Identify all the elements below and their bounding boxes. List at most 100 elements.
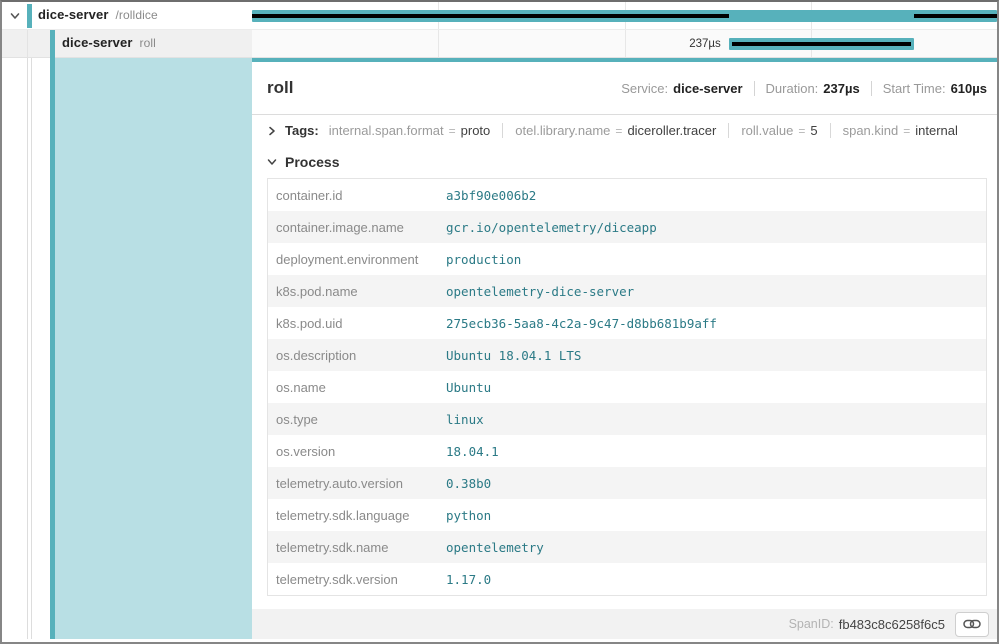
- tag-item: span.kind = internal: [843, 123, 958, 138]
- span-operation-name: roll: [139, 36, 155, 50]
- row-value: Ubuntu 18.04.1 LTS: [446, 348, 986, 363]
- span-timeline-rows: dice-server/rolldice dice-server roll: [2, 2, 997, 58]
- table-row: telemetry.auto.version0.38b0: [268, 467, 986, 499]
- table-row: container.ida3bf90e006b2: [268, 179, 986, 211]
- tag-item: internal.span.format = proto: [329, 123, 491, 138]
- table-row: os.descriptionUbuntu 18.04.1 LTS: [268, 339, 986, 371]
- span-detail-header: roll Service: dice-server Duration: 237µ…: [252, 62, 997, 115]
- critical-path-segment: [252, 14, 729, 18]
- row-value: production: [446, 252, 986, 267]
- row-value: Ubuntu: [446, 380, 986, 395]
- tag-value: internal: [915, 123, 958, 138]
- span-color-indicator: [50, 30, 55, 58]
- row-key: os.version: [268, 444, 446, 459]
- row-value: 1.17.0: [446, 572, 986, 587]
- row-value: opentelemetry: [446, 540, 986, 555]
- chevron-right-icon[interactable]: [265, 124, 279, 138]
- table-row: telemetry.sdk.version1.17.0: [268, 563, 986, 595]
- span-row-roll-selected[interactable]: dice-server roll 237µs: [2, 30, 997, 58]
- table-row: k8s.pod.nameopentelemetry-dice-server: [268, 275, 986, 307]
- service-label: dice-server: [62, 35, 132, 50]
- process-label: Process: [285, 154, 339, 170]
- tag-value: 5: [810, 123, 817, 138]
- timeline-cell-root[interactable]: [252, 2, 997, 29]
- row-key: os.name: [268, 380, 446, 395]
- table-row: os.typelinux: [268, 403, 986, 435]
- tag-value: diceroller.tracer: [627, 123, 716, 138]
- span-stats: Service: dice-server Duration: 237µs Sta…: [621, 81, 987, 96]
- row-value: 18.04.1: [446, 444, 986, 459]
- root-span-bar[interactable]: [252, 10, 997, 22]
- row-key: telemetry.sdk.name: [268, 540, 446, 555]
- duration-stat-value: 237µs: [823, 81, 859, 96]
- row-key: k8s.pod.uid: [268, 316, 446, 331]
- stat-divider: [871, 81, 872, 96]
- table-row: k8s.pod.uid275ecb36-5aa8-4c2a-9c47-d8bb6…: [268, 307, 986, 339]
- chevron-down-icon[interactable]: [265, 155, 279, 169]
- duration-stat-label: Duration:: [766, 81, 819, 96]
- tags-label: Tags:: [285, 123, 319, 138]
- tag-key: otel.library.name: [515, 123, 610, 138]
- table-row: os.nameUbuntu: [268, 371, 986, 403]
- span-row-rolldice[interactable]: dice-server/rolldice: [2, 2, 997, 30]
- tree-indent-guide: [31, 58, 32, 639]
- tag-item: otel.library.name = diceroller.tracer: [515, 123, 716, 138]
- row-key: deployment.environment: [268, 252, 446, 267]
- tags-section-toggle[interactable]: Tags: internal.span.format = proto otel.…: [252, 115, 997, 146]
- tag-item: roll.value = 5: [741, 123, 817, 138]
- equals-sign: =: [903, 124, 910, 138]
- span-title: roll: [267, 78, 293, 98]
- selected-span-tint-panel: [55, 58, 252, 639]
- process-key-value-table: container.ida3bf90e006b2 container.image…: [267, 178, 987, 596]
- span-service-name: dice-server roll: [62, 35, 156, 50]
- row-key: k8s.pod.name: [268, 284, 446, 299]
- stat-divider: [754, 81, 755, 96]
- child-span-bar[interactable]: [729, 38, 915, 50]
- span-operation-name: /rolldice: [115, 8, 157, 22]
- chevron-down-icon[interactable]: [8, 9, 22, 23]
- span-duration-label: 237µs: [689, 38, 721, 50]
- row-value: 275ecb36-5aa8-4c2a-9c47-d8bb681b9aff: [446, 316, 986, 331]
- equals-sign: =: [615, 124, 622, 138]
- process-section-toggle[interactable]: Process: [252, 146, 997, 178]
- span-color-indicator: [27, 4, 32, 28]
- tree-indent-guide: [27, 58, 28, 639]
- row-value: python: [446, 508, 986, 523]
- span-name-cell[interactable]: dice-server roll: [2, 30, 252, 57]
- span-detail-footer: SpanID: fb483c8c6258f6c5: [252, 609, 997, 639]
- timeline-cell-child[interactable]: 237µs: [252, 30, 997, 57]
- timeline-gridline: [438, 30, 439, 57]
- span-id-label: SpanID:: [789, 617, 834, 631]
- link-icon: [963, 618, 981, 630]
- span-service-name: dice-server/rolldice: [38, 7, 158, 22]
- start-time-stat-value: 610µs: [951, 81, 987, 96]
- service-stat-label: Service:: [621, 81, 668, 96]
- table-row: container.image.namegcr.io/opentelemetry…: [268, 211, 986, 243]
- tag-divider: [728, 123, 729, 138]
- copy-link-button[interactable]: [955, 612, 989, 637]
- tag-key: internal.span.format: [329, 123, 444, 138]
- tree-indent-guide: [27, 30, 28, 57]
- critical-path-segment: [732, 42, 912, 46]
- start-time-stat-label: Start Time:: [883, 81, 946, 96]
- span-detail-panel: roll Service: dice-server Duration: 237µ…: [252, 58, 997, 642]
- row-value: a3bf90e006b2: [446, 188, 986, 203]
- table-row: os.version18.04.1: [268, 435, 986, 467]
- row-key: container.image.name: [268, 220, 446, 235]
- span-detail-left-gutter: [2, 58, 252, 639]
- span-name-cell[interactable]: dice-server/rolldice: [2, 2, 252, 29]
- equals-sign: =: [798, 124, 805, 138]
- row-key: telemetry.auto.version: [268, 476, 446, 491]
- timeline-gridline: [625, 30, 626, 57]
- jaeger-trace-detail-window: dice-server/rolldice dice-server roll: [0, 0, 999, 644]
- tag-divider: [830, 123, 831, 138]
- service-stat-value: dice-server: [673, 81, 742, 96]
- row-key: os.description: [268, 348, 446, 363]
- row-value: linux: [446, 412, 986, 427]
- row-key: telemetry.sdk.version: [268, 572, 446, 587]
- row-value: opentelemetry-dice-server: [446, 284, 986, 299]
- tag-key: roll.value: [741, 123, 793, 138]
- row-key: container.id: [268, 188, 446, 203]
- critical-path-segment: [914, 14, 997, 18]
- tag-divider: [502, 123, 503, 138]
